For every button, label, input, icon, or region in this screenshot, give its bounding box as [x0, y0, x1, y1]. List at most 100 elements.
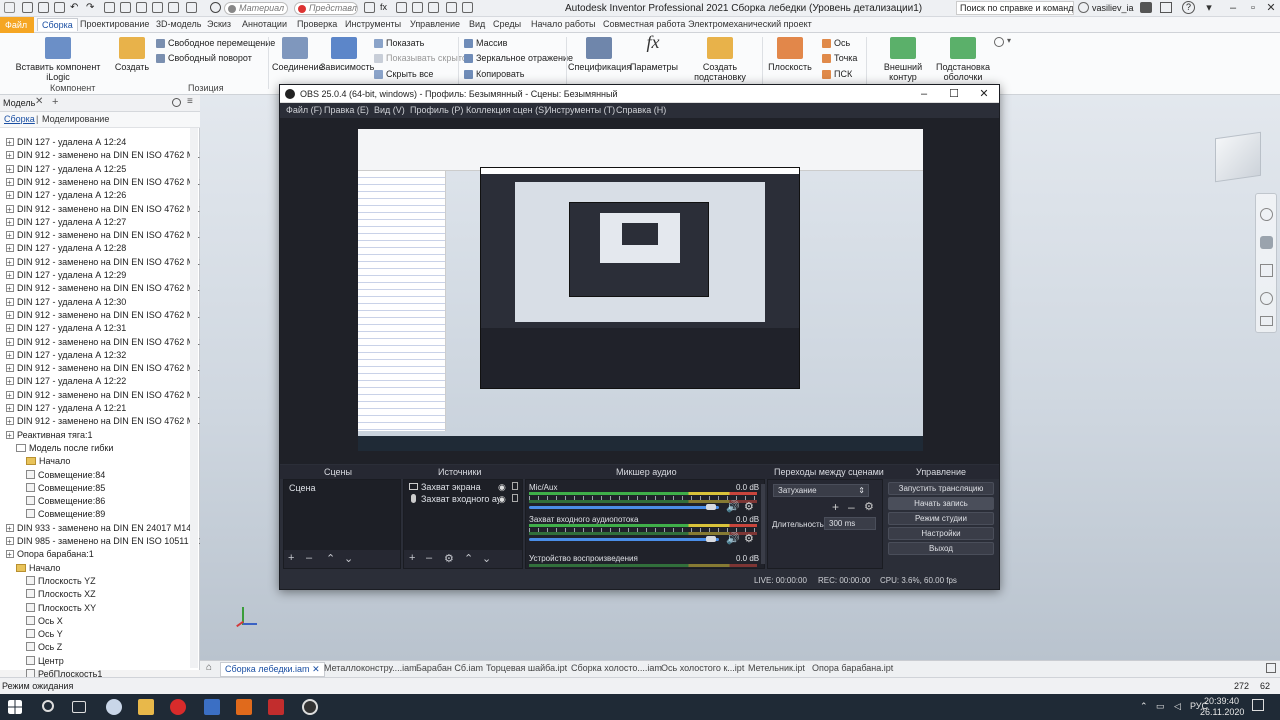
- parameters-button[interactable]: fx Параметры: [630, 33, 678, 72]
- tab-assembly[interactable]: Сборка: [37, 18, 78, 31]
- tree-item[interactable]: Центр: [26, 655, 64, 668]
- add-source-icon[interactable]: +: [409, 552, 415, 564]
- expand-toggle-icon[interactable]: [6, 548, 14, 561]
- notifications-icon[interactable]: [1252, 699, 1264, 711]
- look-at-icon[interactable]: [1260, 316, 1273, 326]
- expand-toggle-icon[interactable]: [6, 322, 14, 335]
- expand-toggle-icon[interactable]: [6, 389, 14, 402]
- place-ilogic-button[interactable]: Вставить компонент iLogic: [6, 37, 110, 82]
- yandex-icon[interactable]: [170, 699, 186, 715]
- start-streaming-button[interactable]: Запустить трансляцию: [888, 482, 994, 495]
- mixer-settings-icon[interactable]: ⚙: [744, 532, 754, 545]
- doc-tab[interactable]: Сборка лебедки.iam ✕: [220, 662, 325, 677]
- source-settings-icon[interactable]: ⚙: [444, 552, 454, 565]
- tree-item[interactable]: Модель после гибки: [16, 442, 113, 455]
- tab-layout-icon[interactable]: [1266, 663, 1276, 673]
- bom-button[interactable]: Спецификация: [568, 37, 631, 72]
- expand-toggle-icon[interactable]: [6, 349, 14, 362]
- remove-scene-icon[interactable]: –: [306, 552, 312, 564]
- free-rotate-button[interactable]: Свободный поворот: [156, 53, 252, 63]
- expand-toggle-icon[interactable]: [6, 203, 14, 216]
- tab-collaborate[interactable]: Совместная работа: [603, 19, 685, 29]
- search-icon[interactable]: [42, 700, 54, 712]
- doc-tab[interactable]: Метельник.ipt: [748, 663, 805, 673]
- expand-toggle-icon[interactable]: [6, 163, 14, 176]
- group-label-position[interactable]: Позиция: [188, 83, 224, 93]
- obs-preview-area[interactable]: [280, 118, 999, 464]
- appearance-dropdown[interactable]: Представлен: [294, 2, 358, 15]
- speaker-icon[interactable]: 🔊: [726, 532, 740, 545]
- doc-tab[interactable]: Ось холостого к...ipt: [661, 663, 744, 673]
- measure-icon[interactable]: [186, 2, 197, 13]
- tree-item[interactable]: DIN 127 - удалена А 12:24: [6, 136, 126, 149]
- home-tab-icon[interactable]: ⌂: [206, 662, 212, 673]
- tree-item[interactable]: DIN 127 - удалена А 12:27: [6, 216, 126, 229]
- visibility-eye-icon[interactable]: ◉: [498, 494, 506, 505]
- doc-tab[interactable]: Металлоконстру....iam: [324, 663, 417, 673]
- tree-item[interactable]: Совмещение:84: [26, 469, 105, 482]
- tree-item[interactable]: Начало: [26, 455, 70, 468]
- move-up-icon[interactable]: ⌃: [326, 552, 335, 565]
- tray-chevron-icon[interactable]: ⌃: [1140, 701, 1148, 712]
- tab-electromechanical[interactable]: Электромеханический проект: [688, 19, 812, 29]
- lock-icon[interactable]: [428, 2, 439, 13]
- expand-toggle-icon[interactable]: [6, 336, 14, 349]
- tree-item[interactable]: Плоскость YZ: [26, 575, 96, 588]
- app-logo-icon[interactable]: [4, 2, 15, 13]
- settings-dropdown-icon[interactable]: ▾: [1007, 36, 1011, 45]
- expand-toggle-icon[interactable]: [6, 522, 14, 535]
- expand-toggle-icon[interactable]: [6, 362, 14, 375]
- move-down-icon[interactable]: ⌄: [482, 552, 491, 565]
- work-axis-button[interactable]: Ось: [822, 38, 850, 48]
- expand-toggle-icon[interactable]: [6, 402, 14, 415]
- minimize-icon[interactable]: –: [1224, 1, 1242, 15]
- pattern-button[interactable]: Массив: [464, 38, 507, 48]
- obs-menu-tools[interactable]: Инструменты (T): [545, 105, 615, 115]
- move-down-icon[interactable]: ⌄: [344, 552, 353, 565]
- constrain-button[interactable]: Зависимость: [320, 37, 374, 72]
- material-dropdown[interactable]: Материал: [224, 2, 288, 15]
- expand-toggle-icon[interactable]: [6, 309, 14, 322]
- clock-time[interactable]: 20:39:40: [1204, 696, 1239, 706]
- share-icon[interactable]: [1160, 2, 1172, 13]
- doc-tab[interactable]: Сборка холосто....iam: [571, 663, 662, 673]
- inventor-icon[interactable]: [236, 699, 252, 715]
- shrinkwrap-substitute-button[interactable]: Подстановка оболочки: [936, 37, 990, 82]
- steering-wheel-icon[interactable]: [1260, 208, 1273, 221]
- tree-item[interactable]: DIN 127 - удалена А 12:22: [6, 375, 126, 388]
- volume-slider[interactable]: [529, 538, 719, 541]
- save-icon[interactable]: [54, 2, 65, 13]
- move-up-icon[interactable]: ⌃: [464, 552, 473, 565]
- home-icon[interactable]: [104, 2, 115, 13]
- create-component-button[interactable]: Создать: [114, 37, 150, 72]
- lock-icon[interactable]: [512, 494, 518, 502]
- user-name[interactable]: vasiliev_ia: [1092, 3, 1134, 13]
- tab-design[interactable]: Проектирование: [80, 19, 149, 29]
- tab-manage[interactable]: Управление: [410, 19, 460, 29]
- tree-item[interactable]: Совмещение:89: [26, 508, 105, 521]
- mixer-scrollbar[interactable]: [761, 484, 765, 564]
- tab-3d-model[interactable]: 3D-модель: [156, 19, 201, 29]
- scene-item[interactable]: Сцена: [289, 483, 316, 493]
- tree-item[interactable]: DIN 127 - удалена А 12:25: [6, 163, 126, 176]
- obs-close-icon[interactable]: ✕: [974, 86, 994, 102]
- obs-maximize-icon[interactable]: ☐: [944, 86, 964, 102]
- browser-close-icon[interactable]: ✕: [35, 96, 43, 107]
- clock-date[interactable]: 26.11.2020: [1200, 707, 1244, 717]
- cart-icon[interactable]: [1140, 2, 1152, 13]
- expand-toggle-icon[interactable]: [6, 296, 14, 309]
- hide-all-button[interactable]: Скрыть все: [374, 69, 433, 79]
- doc-tab[interactable]: Опора барабана.ipt: [812, 663, 893, 673]
- duration-spinbox[interactable]: 300 ms: [824, 517, 876, 530]
- volume-slider[interactable]: [529, 506, 719, 509]
- zoom-icon[interactable]: [1260, 264, 1273, 277]
- copy-button[interactable]: Копировать: [464, 69, 524, 79]
- network-icon[interactable]: ▭: [1156, 701, 1165, 712]
- redo-icon[interactable]: ↷: [86, 2, 97, 13]
- fx-icon[interactable]: fx: [380, 2, 391, 13]
- expand-toggle-icon[interactable]: [6, 149, 14, 162]
- obs-menu-edit[interactable]: Правка (E): [324, 105, 369, 115]
- obs-menu-scene-collection[interactable]: Коллекция сцен (S): [466, 105, 547, 115]
- source-item-audio[interactable]: Захват входного ауд: [409, 494, 499, 504]
- group-label-component[interactable]: Компонент: [50, 83, 95, 93]
